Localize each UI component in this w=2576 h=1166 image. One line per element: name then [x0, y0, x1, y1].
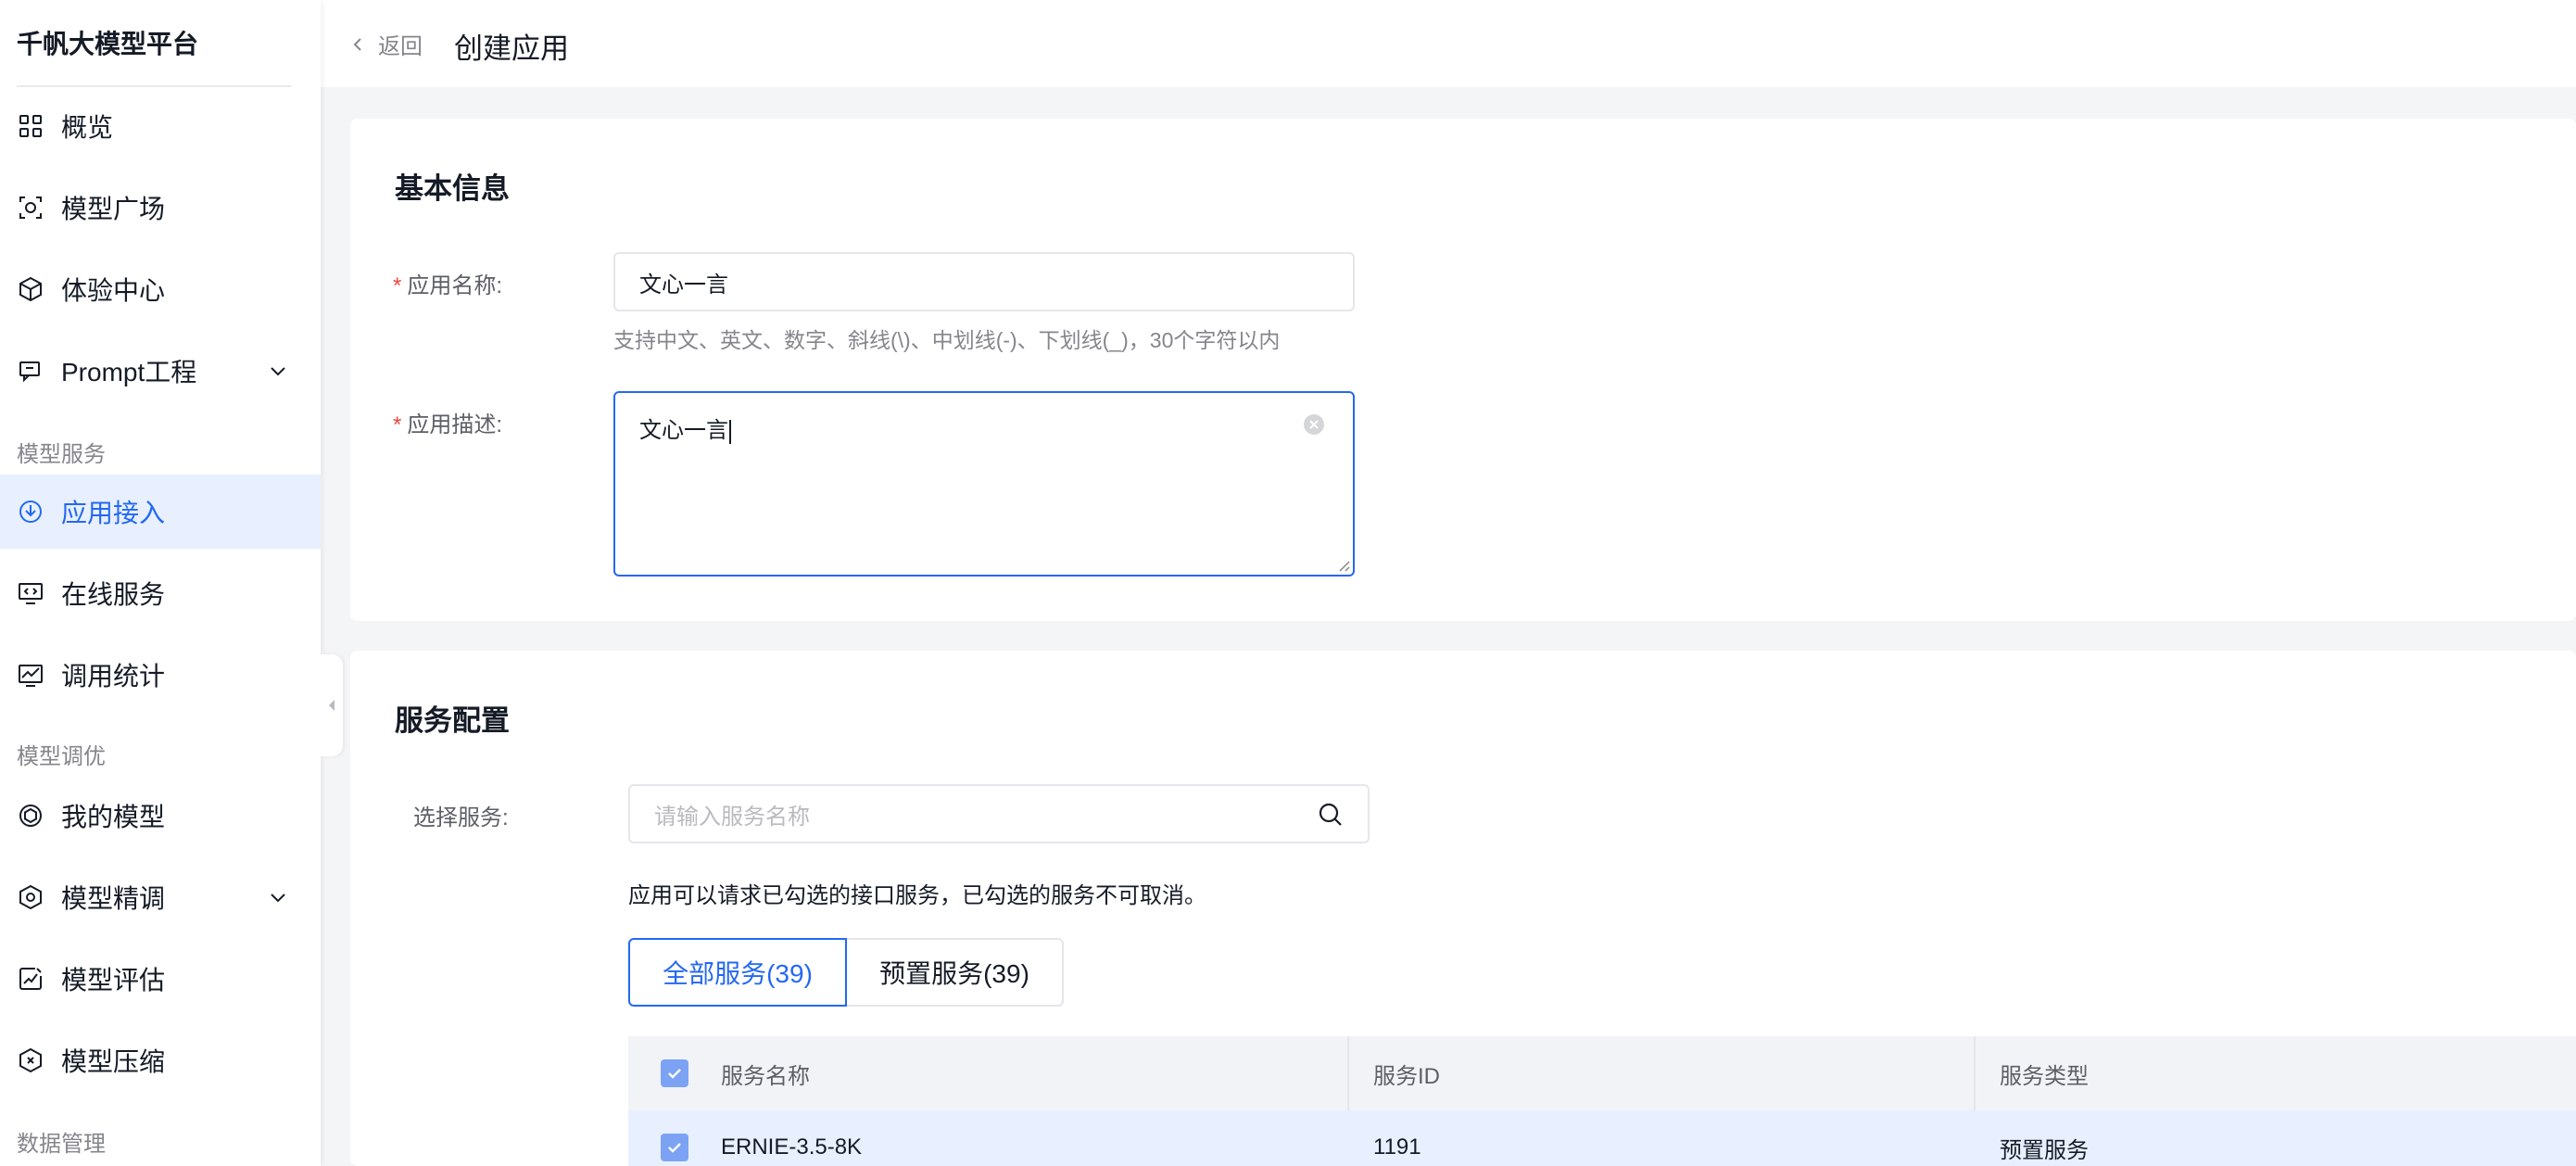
- app-desc-textarea[interactable]: 文心一言: [613, 391, 1355, 577]
- sidebar-item-label: 模型精调: [61, 884, 166, 913]
- sidebar-item-evaluate[interactable]: 模型评估: [0, 942, 321, 1016]
- sidebar-item-fine-tune[interactable]: 模型精调: [0, 860, 321, 934]
- row-check-cell: [628, 1110, 721, 1166]
- sidebar-item-compress[interactable]: 模型压缩: [0, 1023, 321, 1097]
- tab-label: 预置服务(39): [879, 959, 1029, 988]
- sidebar-item-my-model[interactable]: 我的模型: [0, 779, 321, 853]
- select-all-checkbox[interactable]: [661, 1059, 688, 1087]
- my-model-icon: [17, 802, 44, 830]
- resize-handle-icon[interactable]: [1334, 556, 1351, 573]
- sidebar-item-label: 模型评估: [61, 966, 166, 995]
- sidebar: 千帆大模型平台 概览 模型广场 体验中心 Prompt工程 模型服务 应用接入 …: [0, 0, 321, 1166]
- app-desc-label: * 应用描述:: [393, 406, 502, 438]
- back-label: 返回: [378, 34, 423, 59]
- chevron-left-icon: [353, 37, 361, 51]
- column-header-id[interactable]: 服务ID: [1347, 1036, 1974, 1110]
- service-config-card: 服务配置 选择服务: 请输入服务名称 应用可以请求已勾选的接口服务，已勾选的服务…: [350, 651, 2576, 1166]
- evaluate-icon: [17, 965, 44, 993]
- app-name-value: 文心一言: [639, 272, 728, 298]
- chevron-down-icon: [271, 894, 285, 903]
- sidebar-item-label: Prompt工程: [61, 358, 197, 387]
- app-access-icon: [17, 498, 44, 526]
- sidebar-item-label: 体验中心: [61, 276, 166, 305]
- prompt-icon: [17, 357, 44, 385]
- section-title: 基本信息: [395, 172, 510, 205]
- online-service-icon: [17, 579, 44, 607]
- sidebar-item-label: 应用接入: [61, 499, 166, 527]
- service-id-cell: 1191: [1373, 1134, 1421, 1160]
- nav-group-title: 模型服务: [17, 442, 106, 467]
- search-placeholder: 请输入服务名称: [654, 804, 810, 830]
- app-name-input[interactable]: 文心一言: [613, 252, 1355, 311]
- app-desc-value: 文心一言: [639, 418, 728, 443]
- check-icon: [668, 1143, 681, 1153]
- app-name-label: * 应用名称:: [393, 267, 502, 299]
- caret-left-icon: [329, 700, 335, 711]
- sidebar-item-prompt[interactable]: Prompt工程: [0, 334, 321, 408]
- required-mark: *: [393, 412, 402, 437]
- app-name-hint: 支持中文、英文、数字、斜线(\)、中划线(-)、下划线(_)，30个字符以内: [613, 328, 1281, 352]
- basic-info-card: 基本信息 * 应用名称: 文心一言 支持中文、英文、数字、斜线(\)、中划线(-)…: [350, 119, 2576, 621]
- sidebar-item-online-service[interactable]: 在线服务: [0, 556, 321, 630]
- check-icon: [668, 1069, 681, 1079]
- row-checkbox[interactable]: [661, 1134, 688, 1161]
- app-desc-label-text: 应用描述:: [407, 412, 503, 437]
- sidebar-item-experience[interactable]: 体验中心: [0, 252, 321, 326]
- divider: [17, 85, 291, 87]
- required-mark: *: [393, 273, 402, 298]
- tab-preset-services[interactable]: 预置服务(39): [845, 938, 1064, 1007]
- column-header-name[interactable]: 服务名称: [721, 1036, 1347, 1110]
- clear-icon[interactable]: [1303, 413, 1325, 436]
- tab-all-services[interactable]: 全部服务(39): [628, 938, 847, 1007]
- text-caret: [729, 419, 731, 444]
- sidebar-item-label: 模型广场: [61, 195, 166, 223]
- nav-group-title: 数据管理: [17, 1132, 106, 1157]
- fine-tune-icon: [17, 883, 44, 911]
- sidebar-item-label: 模型压缩: [61, 1047, 166, 1076]
- tab-label: 全部服务(39): [663, 959, 813, 988]
- table-header-row: 服务名称 服务ID 服务类型: [628, 1036, 2576, 1110]
- cube-icon: [17, 275, 44, 303]
- scan-model-icon: [17, 194, 44, 222]
- sidebar-collapse-toggle[interactable]: [321, 654, 343, 756]
- select-all-cell: [628, 1036, 721, 1110]
- nav-group-title: 模型调优: [17, 744, 106, 769]
- sidebar-item-label: 概览: [61, 113, 114, 142]
- stats-icon: [17, 661, 44, 689]
- page-title: 创建应用: [454, 32, 569, 65]
- service-name-cell: ERNIE-3.5-8K: [721, 1134, 863, 1160]
- grid-icon: [17, 112, 44, 140]
- sidebar-item-stats[interactable]: 调用统计: [0, 638, 321, 712]
- services-table: 服务名称 服务ID 服务类型 ERNIE-3.5-8K 1191 预置服务: [628, 1036, 2576, 1166]
- chevron-down-icon: [271, 367, 285, 376]
- sidebar-item-model-square[interactable]: 模型广场: [0, 171, 321, 245]
- table-row[interactable]: ERNIE-3.5-8K 1191 预置服务: [628, 1110, 2576, 1166]
- sidebar-item-label: 在线服务: [61, 580, 166, 609]
- column-header-type[interactable]: 服务类型: [1974, 1036, 2576, 1110]
- sidebar-item-app-access[interactable]: 应用接入: [0, 475, 321, 549]
- sidebar-item-label: 我的模型: [61, 803, 166, 831]
- search-icon[interactable]: [1318, 802, 1344, 828]
- back-button[interactable]: 返回: [348, 28, 423, 60]
- service-search-input[interactable]: 请输入服务名称: [628, 784, 1370, 843]
- service-note: 应用可以请求已勾选的接口服务，已勾选的服务不可取消。: [628, 883, 1206, 908]
- service-type-cell: 预置服务: [2000, 1137, 2089, 1163]
- app-name-label-text: 应用名称:: [407, 273, 503, 298]
- section-title: 服务配置: [395, 704, 510, 737]
- sidebar-item-overview[interactable]: 概览: [0, 89, 321, 163]
- sidebar-item-label: 调用统计: [61, 662, 166, 691]
- compress-icon: [17, 1046, 44, 1074]
- select-service-label: 选择服务:: [413, 805, 509, 830]
- brand-title: 千帆大模型平台: [17, 30, 199, 58]
- page-header: 返回 创建应用: [321, 0, 2576, 87]
